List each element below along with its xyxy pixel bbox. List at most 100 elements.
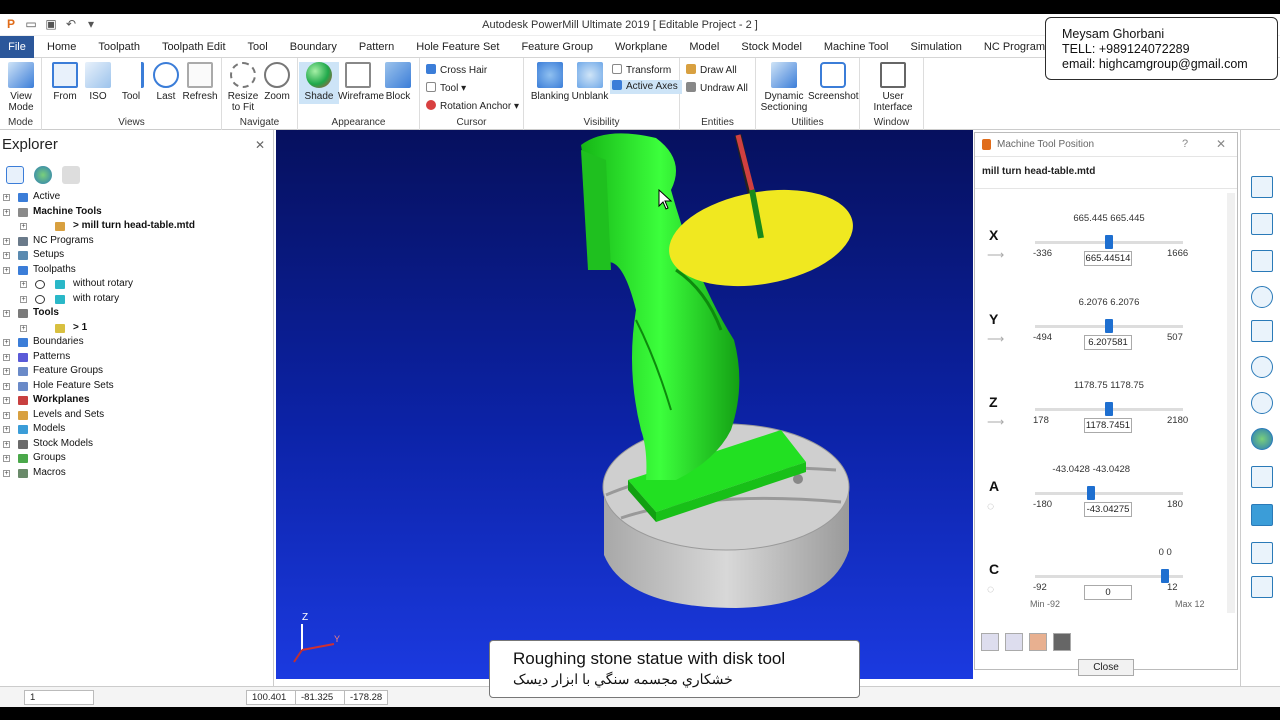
expand-icon[interactable]: +	[3, 455, 10, 462]
zoom-button[interactable]: Zoom	[257, 62, 297, 102]
tree-item[interactable]: + Setups	[0, 248, 274, 263]
tree-item[interactable]: + NC Programs	[0, 234, 274, 249]
refresh-button[interactable]: Refresh	[180, 62, 220, 102]
tab-nc-program[interactable]: NC Program	[973, 36, 1056, 59]
expand-icon[interactable]: +	[3, 440, 10, 448]
tree-item[interactable]: + Models	[0, 422, 274, 437]
expand-icon[interactable]: +	[3, 339, 10, 346]
blanking-button[interactable]: Blanking	[530, 62, 570, 102]
axis-slider-thumb[interactable]	[1105, 235, 1113, 249]
expand-icon[interactable]: +	[3, 382, 10, 390]
machine-home-icon[interactable]	[1005, 633, 1023, 651]
dynamic-sectioning-button[interactable]: Dynamic Sectioning	[760, 62, 808, 113]
expand-icon[interactable]: +	[3, 426, 10, 433]
close-button[interactable]: Close	[1078, 659, 1134, 676]
tree-item[interactable]: + Feature Groups	[0, 364, 274, 379]
tree-item[interactable]: + Active	[0, 190, 274, 205]
block-button[interactable]: Block	[378, 62, 418, 102]
transform-button[interactable]: Transform	[612, 64, 671, 78]
tree-item[interactable]: + with rotary	[0, 292, 274, 307]
expand-icon[interactable]: +	[3, 237, 10, 245]
tab-simulation[interactable]: Simulation	[900, 36, 973, 59]
active-axes-button[interactable]: Active Axes	[610, 80, 682, 94]
tree-item[interactable]: + Levels and Sets	[0, 408, 274, 423]
wireframe-view-icon[interactable]	[1251, 466, 1273, 488]
pointer-icon[interactable]	[1251, 576, 1273, 598]
axis-value-input[interactable]: 6.207581	[1084, 334, 1132, 350]
axis-value-input[interactable]: 1178.7451	[1084, 418, 1132, 433]
tab-model[interactable]: Model	[678, 36, 730, 59]
expand-icon[interactable]: +	[3, 310, 10, 317]
file-tab[interactable]: File	[0, 36, 34, 58]
tab-machine-tool[interactable]: Machine Tool	[813, 36, 900, 59]
zoom-out-icon[interactable]	[1251, 356, 1273, 378]
tree-item[interactable]: + Boundaries	[0, 335, 274, 350]
workplane-select[interactable]: 1	[24, 690, 94, 705]
expand-icon[interactable]: +	[20, 324, 27, 332]
expand-icon[interactable]: +	[3, 252, 10, 259]
axis-value-input[interactable]: 0	[1084, 585, 1132, 600]
tab-home[interactable]: Home	[36, 36, 87, 59]
expand-icon[interactable]: +	[3, 266, 10, 274]
tree-item[interactable]: + Patterns	[0, 350, 274, 365]
tree-item[interactable]: + > 1	[0, 321, 274, 336]
expand-icon[interactable]: +	[3, 411, 10, 419]
tab-hole-feature-set[interactable]: Hole Feature Set	[405, 36, 510, 59]
tab-toolpath[interactable]: Toolpath	[87, 36, 151, 59]
select-icon[interactable]	[1251, 542, 1273, 564]
tab-feature-group[interactable]: Feature Group	[510, 36, 604, 59]
view-iso-icon[interactable]	[1251, 250, 1273, 272]
expand-icon[interactable]: +	[3, 368, 10, 375]
dialog-scrollbar[interactable]	[1227, 193, 1235, 613]
graphics-viewport[interactable]: Z Y	[276, 130, 973, 679]
axis-slider-thumb[interactable]	[1105, 402, 1113, 416]
axis-slider-track[interactable]	[1035, 491, 1183, 495]
axis-value-input[interactable]: 665.44514	[1084, 251, 1132, 266]
check-icon[interactable]	[35, 294, 45, 304]
tool-view-button[interactable]: Tool	[111, 62, 151, 102]
block-view-icon[interactable]	[1251, 504, 1273, 526]
tab-workplane[interactable]: Workplane	[604, 36, 678, 59]
check-icon[interactable]	[35, 280, 45, 289]
shaded-view-icon[interactable]	[1251, 428, 1273, 450]
view-top-icon[interactable]	[1251, 176, 1273, 198]
expand-icon[interactable]: +	[3, 208, 10, 216]
tab-boundary[interactable]: Boundary	[279, 36, 348, 59]
zoom-box-icon[interactable]	[1251, 392, 1273, 414]
axis-value-input[interactable]: -43.04275	[1084, 501, 1132, 517]
expand-icon[interactable]: +	[20, 281, 27, 288]
expand-icon[interactable]: +	[20, 223, 27, 230]
tree-item[interactable]: + Machine Tools	[0, 205, 274, 220]
axis-slider-thumb[interactable]	[1105, 318, 1113, 333]
shade-button[interactable]: Shade	[299, 62, 339, 104]
help-button[interactable]: ?	[1182, 138, 1188, 150]
rotation-anchor-button[interactable]: Rotation Anchor ▾	[426, 100, 519, 114]
tab-stock-model[interactable]: Stock Model	[730, 36, 813, 59]
tree-item[interactable]: + Stock Models	[0, 437, 274, 452]
wireframe-button[interactable]: Wireframe	[338, 62, 384, 102]
draw-all-button[interactable]: Draw All	[686, 64, 737, 78]
explorer-close-icon[interactable]: ✕	[255, 138, 265, 152]
tab-pattern[interactable]: Pattern	[348, 36, 405, 59]
tab-tool[interactable]: Tool	[237, 36, 279, 59]
expand-icon[interactable]: +	[3, 397, 10, 404]
tree-item[interactable]: + Groups	[0, 451, 274, 466]
unblank-button[interactable]: Unblank	[570, 62, 610, 102]
tree-item[interactable]: + Hole Feature Sets	[0, 379, 274, 394]
globe-icon[interactable]	[34, 166, 52, 184]
cross-hair-button[interactable]: Cross Hair	[426, 64, 487, 78]
tab-toolpath-edit[interactable]: Toolpath Edit	[151, 36, 237, 59]
refresh-view-icon[interactable]	[1251, 320, 1273, 342]
view-mode-button[interactable]: View Mode	[1, 62, 41, 113]
tree-item[interactable]: + without rotary	[0, 277, 274, 292]
calculator-icon[interactable]	[1053, 633, 1071, 651]
expand-icon[interactable]: +	[3, 469, 10, 477]
tree-item[interactable]: + Tools	[0, 306, 274, 321]
tree-item[interactable]: + Toolpaths	[0, 263, 274, 278]
tree-item[interactable]: + Workplanes	[0, 393, 274, 408]
expand-icon[interactable]: +	[3, 194, 10, 201]
align-tool-icon[interactable]	[981, 633, 999, 651]
trash-icon[interactable]	[62, 166, 80, 184]
tree-item[interactable]: + Macros	[0, 466, 274, 481]
zoom-in-icon[interactable]	[1251, 286, 1273, 308]
